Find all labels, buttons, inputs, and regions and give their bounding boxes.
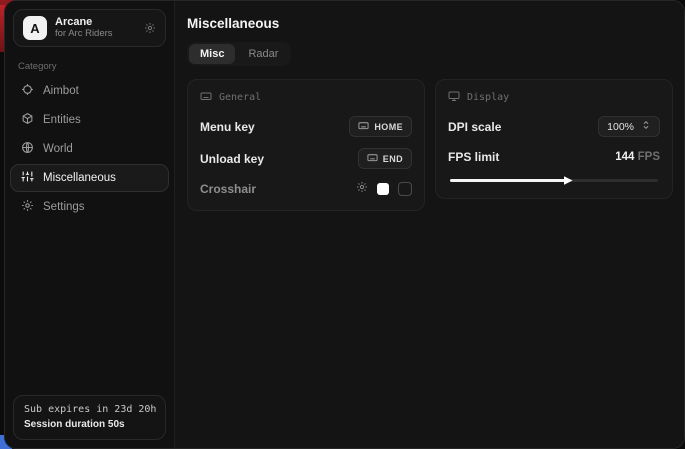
- keyboard-icon: [367, 152, 378, 165]
- menu-key-row: Menu key HOME: [200, 116, 412, 137]
- fps-limit-unit: FPS: [638, 151, 660, 163]
- sliders-icon: [21, 170, 34, 186]
- fps-limit-value: 144: [615, 151, 634, 163]
- display-card: Display DPI scale 100% FPS limit 144: [435, 79, 673, 199]
- sidebar-item-label: Entities: [43, 114, 81, 126]
- brand-subtitle: for Arc Riders: [55, 29, 113, 40]
- keyboard-icon: [200, 90, 212, 105]
- category-label: Category: [18, 61, 174, 72]
- keyboard-icon: [358, 120, 369, 133]
- fps-limit-slider[interactable]: [450, 179, 658, 182]
- menu-key-label: Menu key: [200, 120, 255, 134]
- monitor-icon: [448, 90, 460, 105]
- sidebar-item-entities[interactable]: Entities: [10, 106, 169, 134]
- general-card: General Menu key HOME Unload key EN: [187, 79, 425, 211]
- page-title: Miscellaneous: [187, 16, 673, 31]
- dpi-scale-row: DPI scale 100%: [448, 116, 660, 137]
- unload-key-row: Unload key END: [200, 148, 412, 169]
- main-content: Miscellaneous Misc Radar General Menu ke…: [175, 1, 685, 448]
- sidebar-item-aimbot[interactable]: Aimbot: [10, 77, 169, 105]
- sidebar-item-label: Miscellaneous: [43, 172, 116, 184]
- sidebar-nav: Aimbot Entities World Miscellaneous Sett…: [5, 77, 174, 221]
- sidebar: A Arcane for Arc Riders Category Aimbot …: [5, 1, 175, 448]
- subscription-info-card: Sub expires in 23d 20h Session duration …: [13, 395, 166, 440]
- brand-title: Arcane: [55, 16, 113, 29]
- unload-key-value: END: [383, 154, 403, 164]
- general-card-title: General: [219, 92, 261, 103]
- fps-limit-row: FPS limit 144 FPS: [448, 148, 660, 166]
- desktop-background: A Arcane for Arc Riders Category Aimbot …: [0, 0, 685, 449]
- crosshair-icon: [21, 83, 34, 99]
- sidebar-item-label: World: [43, 143, 73, 155]
- gear-icon[interactable]: [144, 22, 156, 34]
- sidebar-item-label: Aimbot: [43, 85, 79, 97]
- crosshair-checkbox[interactable]: [398, 182, 412, 196]
- sidebar-item-world[interactable]: World: [10, 135, 169, 163]
- dpi-scale-select[interactable]: 100%: [598, 116, 660, 137]
- tab-bar: Misc Radar: [187, 42, 291, 66]
- sidebar-item-miscellaneous[interactable]: Miscellaneous: [10, 164, 169, 192]
- fps-limit-label: FPS limit: [448, 150, 499, 164]
- menu-key-value: HOME: [374, 122, 403, 132]
- sub-expiry-text: Sub expires in 23d 20h: [24, 403, 155, 418]
- menu-key-bind-button[interactable]: HOME: [349, 116, 412, 137]
- fps-slider-fill: [450, 179, 569, 182]
- gear-icon[interactable]: [356, 180, 368, 198]
- unload-key-bind-button[interactable]: END: [358, 148, 412, 169]
- sidebar-item-label: Settings: [43, 201, 85, 213]
- dpi-scale-value: 100%: [607, 121, 634, 133]
- crosshair-row: Crosshair: [200, 180, 412, 198]
- gear-icon: [21, 199, 34, 215]
- crosshair-color-swatch[interactable]: [377, 183, 389, 195]
- session-duration-text: Session duration 50s: [24, 418, 155, 433]
- display-card-title: Display: [467, 92, 509, 103]
- cube-icon: [21, 112, 34, 128]
- app-window: A Arcane for Arc Riders Category Aimbot …: [4, 0, 685, 449]
- unload-key-label: Unload key: [200, 152, 264, 166]
- chevrons-up-down-icon: [641, 120, 651, 133]
- brand-card: A Arcane for Arc Riders: [13, 9, 166, 47]
- brand-logo: A: [23, 16, 47, 40]
- fps-slider-thumb[interactable]: [564, 176, 573, 185]
- sidebar-item-settings[interactable]: Settings: [10, 193, 169, 221]
- crosshair-label: Crosshair: [200, 182, 256, 196]
- globe-icon: [21, 141, 34, 157]
- tab-misc[interactable]: Misc: [189, 44, 235, 64]
- settings-cards: General Menu key HOME Unload key EN: [187, 79, 673, 211]
- tab-radar[interactable]: Radar: [237, 44, 289, 64]
- dpi-scale-label: DPI scale: [448, 120, 501, 134]
